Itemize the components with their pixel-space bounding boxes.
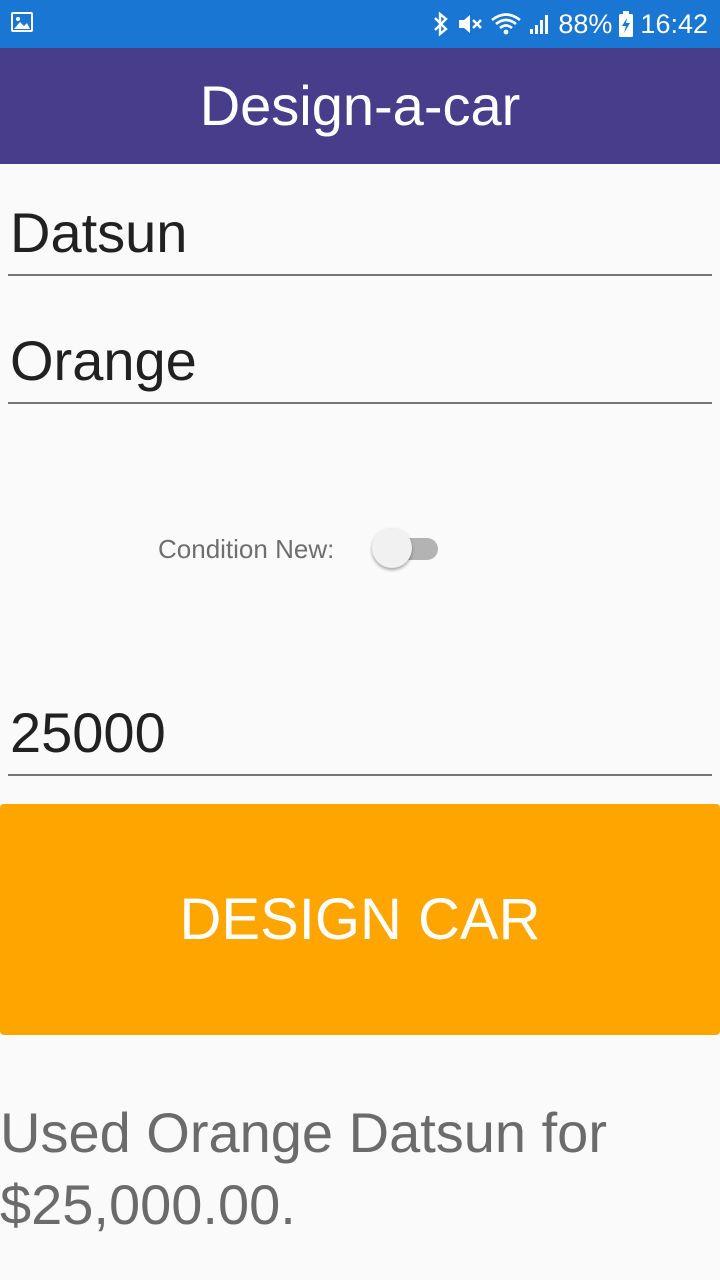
design-car-button[interactable]: DESIGN CAR xyxy=(0,804,720,1035)
color-input[interactable]: Orange xyxy=(8,333,712,404)
color-input-value: Orange xyxy=(10,329,197,392)
mute-icon xyxy=(459,15,483,33)
bluetooth-icon xyxy=(434,11,449,37)
battery-icon xyxy=(619,11,634,37)
condition-new-switch[interactable] xyxy=(372,528,442,568)
status-bar: 88% 16:42 xyxy=(0,0,720,48)
wifi-icon xyxy=(491,13,522,35)
gallery-icon xyxy=(11,12,33,32)
make-input[interactable]: Datsun xyxy=(8,205,712,276)
status-icons: 88% 16:42 xyxy=(432,0,708,48)
switch-thumb xyxy=(372,528,412,568)
condition-row: Condition New: xyxy=(0,520,720,576)
condition-label: Condition New: xyxy=(158,534,335,564)
design-car-button-label: DESIGN CAR xyxy=(179,887,541,952)
status-time: 16:42 xyxy=(640,8,708,39)
make-input-value: Datsun xyxy=(10,201,188,264)
result-text: Used Orange Datsun for $25,000.00. xyxy=(0,1101,607,1236)
app-bar: Design-a-car xyxy=(0,48,720,164)
signal-icon xyxy=(530,15,549,34)
battery-percent: 88% xyxy=(558,8,613,39)
price-input[interactable]: 25000 xyxy=(8,705,712,776)
app-title: Design-a-car xyxy=(199,74,521,137)
price-input-value: 25000 xyxy=(10,701,166,764)
